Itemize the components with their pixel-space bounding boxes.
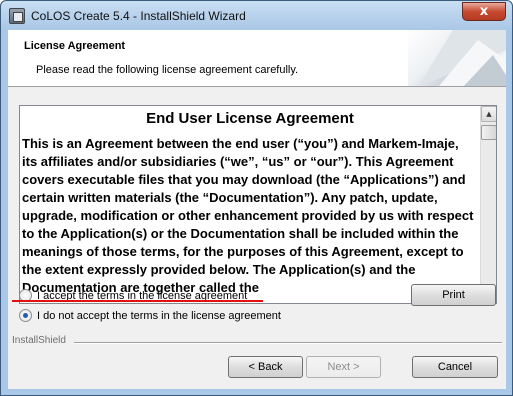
- print-button[interactable]: Print: [411, 284, 496, 306]
- footer-separator: [74, 342, 502, 344]
- back-button[interactable]: < Back: [228, 356, 303, 378]
- installshield-brand-label: InstallShield: [12, 335, 66, 346]
- cancel-button[interactable]: Cancel: [412, 356, 498, 378]
- annotation-underline: [12, 300, 263, 302]
- next-button[interactable]: Next >: [306, 356, 381, 378]
- page-title: License Agreement: [24, 40, 126, 52]
- title-bar[interactable]: CoLOS Create 5.4 - InstallShield Wizard …: [1, 1, 512, 30]
- wizard-client-area: License Agreement Please read the follow…: [8, 30, 506, 389]
- license-body-text: This is an Agreement between the end use…: [22, 136, 474, 295]
- decline-label[interactable]: I do not accept the terms in the license…: [37, 310, 281, 322]
- banner-graphic-icon: [408, 30, 506, 86]
- license-heading: End User License Agreement: [146, 110, 354, 127]
- scroll-up-arrow-icon[interactable]: ▲: [481, 106, 496, 122]
- scroll-thumb[interactable]: [481, 125, 496, 140]
- decline-radio[interactable]: [19, 309, 32, 322]
- license-content: End User License Agreement This is an Ag…: [22, 107, 478, 302]
- license-text-box[interactable]: End User License Agreement This is an Ag…: [19, 105, 497, 304]
- window-title: CoLOS Create 5.4 - InstallShield Wizard: [31, 9, 246, 23]
- page-subtitle: Please read the following license agreem…: [36, 64, 299, 76]
- wizard-header-banner: License Agreement Please read the follow…: [8, 30, 506, 87]
- installer-app-icon: [9, 8, 25, 24]
- decline-option[interactable]: I do not accept the terms in the license…: [19, 308, 281, 323]
- vertical-scrollbar[interactable]: ▲ ▼: [480, 106, 496, 303]
- close-icon[interactable]: x: [462, 2, 506, 21]
- installer-window: CoLOS Create 5.4 - InstallShield Wizard …: [0, 0, 513, 396]
